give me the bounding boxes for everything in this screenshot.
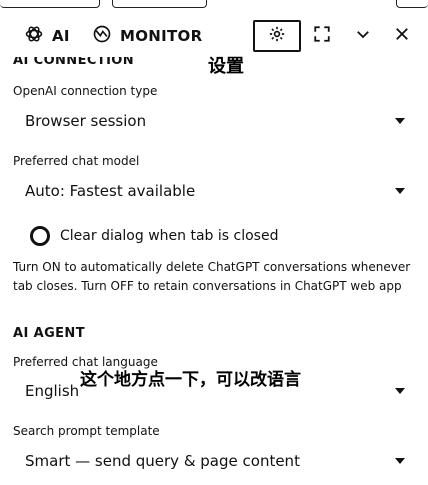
dropdown-caret-icon [395,188,405,194]
connection-type-select[interactable]: Browser session [13,106,413,136]
close-button[interactable] [386,20,418,52]
browser-tab[interactable] [0,0,100,8]
browser-tab[interactable] [396,0,428,8]
browser-tab[interactable] [112,0,207,8]
close-icon [393,25,411,47]
dropdown-caret-icon [395,118,405,124]
monitor-tab-label: MONITOR [120,27,203,45]
monitor-tab[interactable]: MONITOR [92,24,202,48]
monitor-logo-icon [92,24,112,48]
ai-tab[interactable]: AI [24,24,70,48]
collapse-button[interactable] [347,20,379,52]
language-annotation: 这个地方点一下，可以改语言 [80,370,301,390]
fullscreen-icon [313,25,331,47]
openai-logo-icon [24,24,44,48]
clear-dialog-help-text: Turn ON to automatically delete ChatGPT … [13,260,411,293]
ai-connection-title-text: AI CONNECTION [13,57,135,68]
settings-annotation: 设置 [208,56,244,77]
dropdown-caret-icon [395,388,405,394]
chat-language-value: English [25,382,80,400]
fullscreen-button[interactable] [306,20,338,52]
prompt-template-select[interactable]: Smart — send query & page content [13,446,413,476]
ai-connection-title: AI CONNECTION [13,57,134,70]
ai-tab-label: AI [52,27,70,45]
clear-dialog-label: Clear dialog when tab is closed [60,228,279,244]
clear-dialog-radio[interactable] [30,226,50,246]
prompt-template-label: Search prompt template [13,424,160,438]
toolbar: AI MONITOR [0,0,428,56]
connection-type-value: Browser session [25,112,147,130]
prompt-template-value: Smart — send query & page content [25,452,300,470]
chat-model-value: Auto: Fastest available [25,182,196,200]
chat-model-select[interactable]: Auto: Fastest available [13,176,413,206]
gear-icon [268,25,286,47]
clear-dialog-toggle[interactable]: Clear dialog when tab is closed [30,226,278,246]
settings-button[interactable] [253,20,301,52]
connection-type-label: OpenAI connection type [13,84,158,98]
chat-model-label: Preferred chat model [13,154,140,168]
dropdown-caret-icon [395,458,405,464]
chevron-down-icon [354,25,372,47]
ai-agent-title: AI AGENT [13,326,85,341]
